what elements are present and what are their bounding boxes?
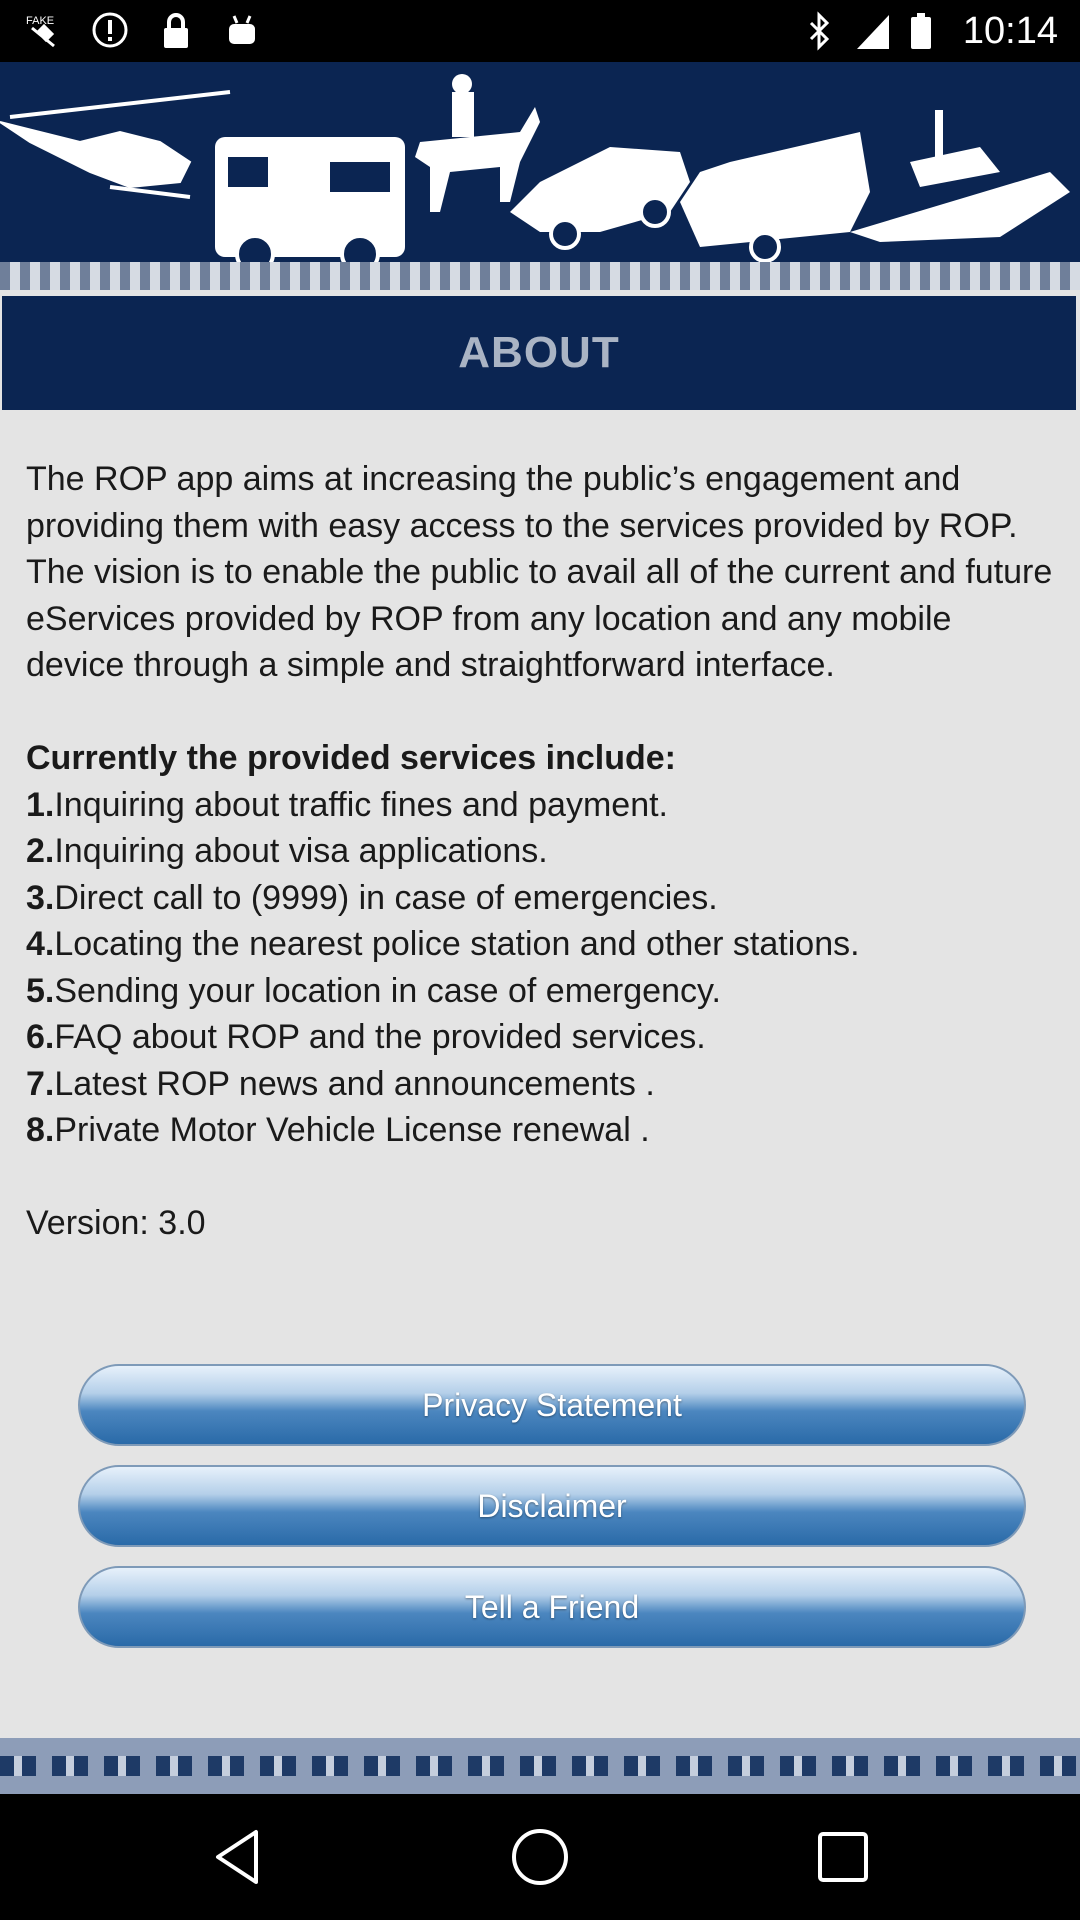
- alert-circle-icon: [90, 10, 130, 50]
- tell-a-friend-button[interactable]: Tell a Friend: [78, 1566, 1026, 1648]
- service-item: 2.Inquiring about visa applications.: [26, 832, 548, 870]
- navigation-bar: [0, 1794, 1080, 1920]
- services-heading: Currently the provided services include:: [26, 739, 676, 777]
- ambulance-icon: [680, 132, 870, 263]
- version-text: Version: 3.0: [26, 1204, 206, 1242]
- mounted-police-icon: [415, 74, 540, 212]
- service-item: 4.Locating the nearest police station an…: [26, 925, 860, 963]
- service-item: 6.FAQ about ROP and the provided service…: [26, 1018, 706, 1056]
- about-content: The ROP app aims at increasing the publi…: [26, 456, 1056, 1247]
- service-item: 7.Latest ROP news and announcements .: [26, 1064, 655, 1103]
- status-time: 10:14: [962, 10, 1058, 52]
- recents-icon[interactable]: [810, 1824, 876, 1890]
- helicopter-icon: [0, 90, 231, 199]
- service-item: 5.Sending your location in case of emerg…: [26, 971, 721, 1010]
- fake-gps-icon: FAKE: [24, 10, 64, 50]
- police-car-icon: [510, 147, 690, 250]
- header-banner: [0, 62, 1080, 290]
- status-bar: FAKE 10:14: [0, 0, 1080, 62]
- footer-ornament-band: [0, 1738, 1080, 1794]
- emergency-vehicles-illustration: [0, 74, 1070, 274]
- back-icon[interactable]: [206, 1824, 272, 1890]
- service-item: 8.Private Motor Vehicle License renewal …: [26, 1111, 650, 1149]
- svg-text:FAKE: FAKE: [26, 15, 54, 27]
- service-item: 3.Direct call to (9999) in case of emerg…: [26, 878, 718, 917]
- android-icon: [222, 10, 262, 50]
- intro-text: The ROP app aims at increasing the publi…: [26, 460, 1053, 684]
- about-header: ABOUT: [2, 296, 1076, 410]
- service-item: 1.Inquiring about traffic fines and paym…: [26, 785, 669, 824]
- boat-icon: [850, 110, 1070, 242]
- battery-icon: [909, 11, 945, 51]
- signal-icon: [855, 11, 891, 51]
- banner-ornament-band: [0, 262, 1080, 290]
- privacy-statement-button[interactable]: Privacy Statement: [78, 1364, 1026, 1446]
- lock-icon: [156, 10, 196, 50]
- fire-truck-icon: [215, 137, 405, 274]
- page-title: ABOUT: [458, 328, 620, 377]
- bluetooth-icon: [801, 11, 837, 51]
- disclaimer-button[interactable]: Disclaimer: [78, 1465, 1026, 1547]
- home-icon[interactable]: [507, 1824, 573, 1890]
